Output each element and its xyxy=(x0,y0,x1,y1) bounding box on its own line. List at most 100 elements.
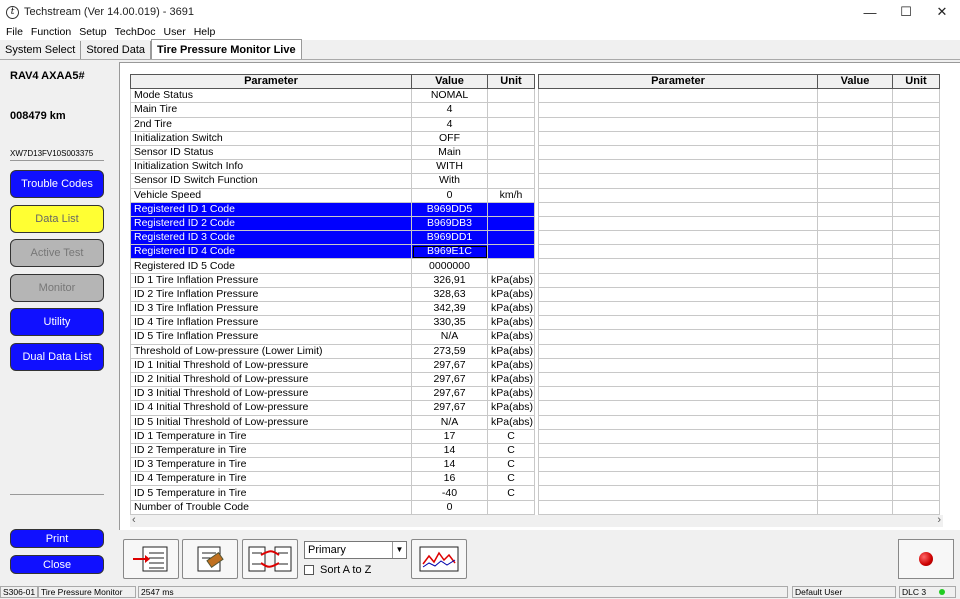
cell-empty[interactable] xyxy=(538,485,818,501)
cell-parameter[interactable]: ID 5 Initial Threshold of Low-pressure xyxy=(130,414,412,430)
cell-empty[interactable] xyxy=(892,201,940,217)
cell-value[interactable]: N/A xyxy=(411,329,488,345)
cell-parameter[interactable]: ID 5 Tire Inflation Pressure xyxy=(130,329,412,345)
cell-empty[interactable] xyxy=(817,457,893,473)
cell-unit[interactable]: kPa(abs) xyxy=(487,357,535,373)
cell-empty[interactable] xyxy=(892,428,940,444)
table-row-empty[interactable] xyxy=(538,159,940,175)
cell-empty[interactable] xyxy=(817,499,893,515)
table-row[interactable]: ID 2 Initial Threshold of Low-pressure 29… xyxy=(130,371,535,388)
cell-parameter[interactable]: 2nd Tire xyxy=(130,116,412,132)
cell-empty[interactable] xyxy=(538,173,818,189)
table-row[interactable]: Number of Trouble Code 0 xyxy=(130,499,535,515)
active-test-button[interactable]: Active Test xyxy=(10,239,104,267)
maximize-button[interactable]: ☐ xyxy=(888,0,924,24)
data-display-select[interactable]: Primary ▼ xyxy=(304,541,407,559)
cell-parameter[interactable]: Sensor ID Switch Function xyxy=(130,173,412,189)
cell-value[interactable]: B969E1C xyxy=(411,244,488,260)
cell-empty[interactable] xyxy=(817,244,893,260)
cell-unit[interactable]: kPa(abs) xyxy=(487,300,535,317)
cell-value[interactable]: B969DD5 xyxy=(411,201,488,217)
cell-empty[interactable] xyxy=(892,471,940,487)
table-row[interactable]: Sensor ID Status Main xyxy=(130,144,535,161)
cell-empty[interactable] xyxy=(892,300,940,317)
cell-unit[interactable] xyxy=(487,159,535,175)
cell-empty[interactable] xyxy=(817,272,893,288)
cell-empty[interactable] xyxy=(892,343,940,359)
table-row-empty[interactable] xyxy=(538,258,940,274)
table-row-empty[interactable] xyxy=(538,400,940,416)
cell-value[interactable]: -40 xyxy=(411,485,488,501)
cell-unit[interactable]: kPa(abs) xyxy=(487,286,535,303)
table-row[interactable]: ID 3 Temperature in Tire 14 C xyxy=(130,457,535,473)
table-row-empty[interactable] xyxy=(538,286,940,303)
cell-empty[interactable] xyxy=(817,286,893,303)
cell-parameter[interactable]: Mode Status xyxy=(130,88,412,104)
cell-empty[interactable] xyxy=(817,343,893,359)
cell-empty[interactable] xyxy=(817,442,893,459)
cell-empty[interactable] xyxy=(892,173,940,189)
cell-parameter[interactable]: ID 1 Tire Inflation Pressure xyxy=(130,272,412,288)
cell-empty[interactable] xyxy=(538,442,818,459)
table-row-empty[interactable] xyxy=(538,357,940,373)
cell-unit[interactable] xyxy=(487,201,535,217)
cell-empty[interactable] xyxy=(892,215,940,232)
table-row[interactable]: ID 2 Tire Inflation Pressure 328,63 kPa(ab… xyxy=(130,286,535,303)
table-row-empty[interactable] xyxy=(538,144,940,161)
cell-empty[interactable] xyxy=(538,457,818,473)
table-row[interactable]: ID 4 Initial Threshold of Low-pressure 29… xyxy=(130,400,535,416)
cell-value[interactable]: Main xyxy=(411,144,488,161)
table-row[interactable]: Registered ID 2 Code B969DB3 xyxy=(130,215,535,232)
cell-empty[interactable] xyxy=(817,230,893,246)
table-row-empty[interactable] xyxy=(538,442,940,459)
cell-unit[interactable]: kPa(abs) xyxy=(487,386,535,402)
cell-empty[interactable] xyxy=(892,102,940,118)
chevron-down-icon[interactable]: ▼ xyxy=(392,542,406,558)
cell-value[interactable]: 14 xyxy=(411,457,488,473)
cell-parameter[interactable]: Registered ID 2 Code xyxy=(130,215,412,232)
cell-empty[interactable] xyxy=(538,400,818,416)
cell-value[interactable]: 273,59 xyxy=(411,343,488,359)
cell-unit[interactable] xyxy=(487,499,535,515)
table-row[interactable]: Initialization Switch OFF xyxy=(130,130,535,146)
monitor-button[interactable]: Monitor xyxy=(10,274,104,302)
cell-value[interactable]: NOMAL xyxy=(411,88,488,104)
cell-empty[interactable] xyxy=(538,386,818,402)
table-row-empty[interactable] xyxy=(538,102,940,118)
cell-empty[interactable] xyxy=(892,144,940,161)
cell-empty[interactable] xyxy=(817,386,893,402)
table-row-empty[interactable] xyxy=(538,230,940,246)
cell-empty[interactable] xyxy=(892,130,940,146)
table-row[interactable]: ID 3 Initial Threshold of Low-pressure 29… xyxy=(130,386,535,402)
cell-value[interactable]: 0 xyxy=(411,499,488,515)
cell-value[interactable]: 0 xyxy=(411,187,488,203)
cell-value[interactable]: N/A xyxy=(411,414,488,430)
cell-empty[interactable] xyxy=(538,215,818,232)
cell-unit[interactable]: kPa(abs) xyxy=(487,371,535,388)
cell-empty[interactable] xyxy=(817,144,893,161)
cell-empty[interactable] xyxy=(538,343,818,359)
menu-help[interactable]: Help xyxy=(194,26,216,38)
table-row-empty[interactable] xyxy=(538,414,940,430)
table-row-empty[interactable] xyxy=(538,244,940,260)
table-row-empty[interactable] xyxy=(538,215,940,232)
cell-unit[interactable] xyxy=(487,230,535,246)
utility-button[interactable]: Utility xyxy=(10,308,104,336)
cell-value[interactable]: 330,35 xyxy=(411,315,488,331)
cell-empty[interactable] xyxy=(538,272,818,288)
cell-parameter[interactable]: ID 2 Tire Inflation Pressure xyxy=(130,286,412,303)
table-row[interactable]: 2nd Tire 4 xyxy=(130,116,535,132)
cell-unit[interactable]: C xyxy=(487,442,535,459)
cell-value[interactable]: OFF xyxy=(411,130,488,146)
cell-empty[interactable] xyxy=(892,329,940,345)
cell-empty[interactable] xyxy=(817,258,893,274)
cell-parameter[interactable]: ID 3 Initial Threshold of Low-pressure xyxy=(130,386,412,402)
cell-empty[interactable] xyxy=(538,230,818,246)
cell-parameter[interactable]: Sensor ID Status xyxy=(130,144,412,161)
cell-empty[interactable] xyxy=(817,315,893,331)
cell-parameter[interactable]: ID 2 Temperature in Tire xyxy=(130,442,412,459)
table-row[interactable]: ID 5 Temperature in Tire -40 C xyxy=(130,485,535,501)
table-row[interactable]: ID 4 Temperature in Tire 16 C xyxy=(130,471,535,487)
table-row[interactable]: Initialization Switch Info WITH xyxy=(130,159,535,175)
cell-empty[interactable] xyxy=(538,371,818,388)
